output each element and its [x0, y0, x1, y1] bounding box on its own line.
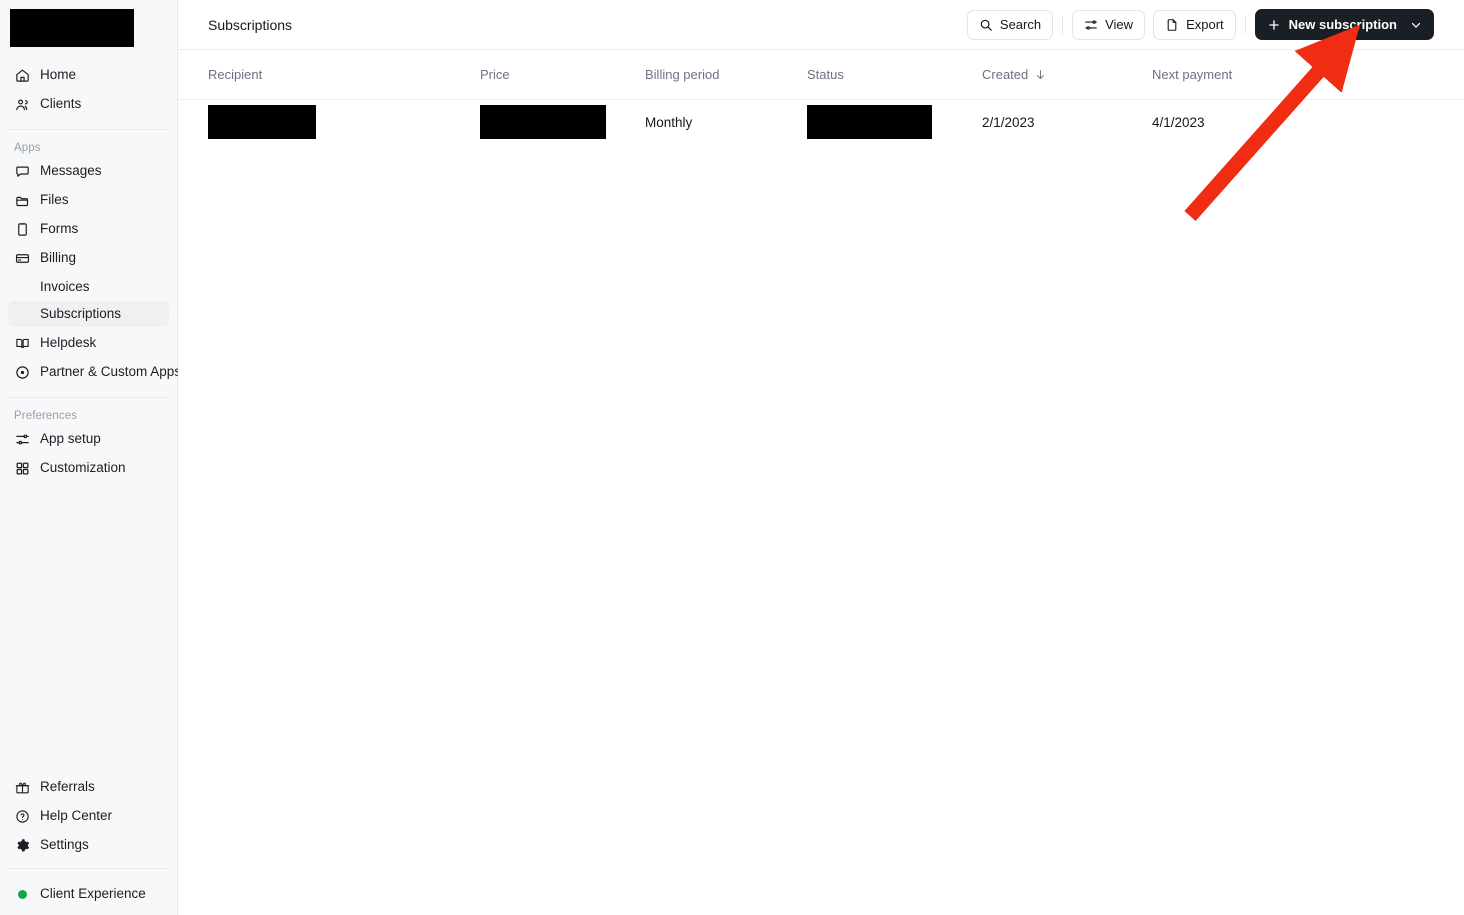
- sidebar-primary-group: Home Clients: [0, 62, 177, 117]
- cell-created: 2/1/2023: [982, 114, 1035, 130]
- sort-descending-icon: [1034, 68, 1047, 81]
- topbar-actions: Search View Export New subscription: [966, 9, 1434, 40]
- sidebar-subitem-label: Invoices: [40, 279, 90, 295]
- sidebar-item-home[interactable]: Home: [8, 62, 169, 88]
- sidebar-preferences-group: App setup Customization: [0, 426, 177, 481]
- sidebar-item-app-setup[interactable]: App setup: [8, 426, 169, 452]
- people-icon: [14, 96, 30, 112]
- new-subscription-button[interactable]: New subscription: [1254, 9, 1434, 40]
- sidebar-item-label: Client Experience: [40, 886, 146, 902]
- cell-billing-period: Monthly: [645, 114, 693, 130]
- sidebar-divider-apps: [8, 129, 169, 130]
- sidebar-item-invoices[interactable]: Invoices: [8, 274, 169, 300]
- table-header-row: Recipient Price Billing period Status Cr…: [178, 50, 1464, 100]
- sidebar-item-partner-custom-apps[interactable]: Partner & Custom Apps: [8, 359, 181, 385]
- sidebar-item-forms[interactable]: Forms: [8, 216, 169, 242]
- sidebar-item-label: Home: [40, 67, 77, 83]
- sidebar-item-settings[interactable]: Settings: [8, 832, 169, 858]
- sidebar-divider-footer: [8, 868, 169, 869]
- gear-icon: [14, 837, 30, 853]
- gift-icon: [14, 779, 30, 795]
- sidebar-item-messages[interactable]: Messages: [8, 158, 169, 184]
- sliders-icon: [1084, 18, 1098, 32]
- redaction-box: [208, 105, 316, 139]
- redaction-box: [807, 105, 932, 139]
- sidebar-item-referrals[interactable]: Referrals: [8, 774, 169, 800]
- sidebar-item-label: Files: [40, 192, 69, 208]
- main-content: Subscriptions Search View Export New sub…: [178, 0, 1464, 915]
- clipboard-icon: [14, 221, 30, 237]
- sidebar-item-label: Customization: [40, 460, 126, 476]
- export-button-label: Export: [1186, 17, 1224, 32]
- sidebar-item-customization[interactable]: Customization: [8, 455, 169, 481]
- sidebar-item-label: Clients: [40, 96, 82, 112]
- column-header-next-payment[interactable]: Next payment: [1152, 67, 1322, 82]
- column-header-billing-period[interactable]: Billing period: [645, 67, 807, 82]
- view-button-label: View: [1105, 17, 1134, 32]
- grid-icon: [14, 460, 30, 476]
- credit-card-icon: [14, 250, 30, 266]
- column-header-recipient[interactable]: Recipient: [208, 67, 480, 82]
- sidebar-item-label: Partner & Custom Apps: [40, 364, 182, 380]
- folder-icon: [14, 192, 30, 208]
- search-button[interactable]: Search: [966, 9, 1054, 40]
- sliders-icon: [14, 431, 30, 447]
- sidebar-section-preferences-label: Preferences: [14, 410, 78, 422]
- toolbar-separator: [1062, 15, 1064, 34]
- question-circle-icon: [14, 808, 30, 824]
- message-icon: [14, 163, 30, 179]
- sidebar-item-help-center[interactable]: Help Center: [8, 803, 169, 829]
- redaction-box: [480, 105, 606, 139]
- book-icon: [14, 335, 30, 351]
- sidebar-subitem-label: Subscriptions: [40, 306, 122, 322]
- toolbar-separator: [1244, 15, 1246, 34]
- cell-price: [480, 105, 645, 139]
- sidebar-item-label: Billing: [40, 250, 77, 266]
- plus-icon: [1267, 18, 1281, 32]
- sidebar-divider-preferences: [8, 397, 169, 398]
- sidebar-item-label: Messages: [40, 163, 102, 179]
- sidebar-item-files[interactable]: Files: [8, 187, 169, 213]
- new-subscription-label: New subscription: [1288, 17, 1397, 32]
- export-button[interactable]: Export: [1153, 9, 1236, 40]
- table-row[interactable]: Monthly 2/1/2023 4/1/2023: [178, 100, 1464, 144]
- sidebar-item-billing[interactable]: Billing: [8, 245, 169, 271]
- cell-status: [807, 105, 982, 139]
- column-header-created[interactable]: Created: [982, 67, 1152, 82]
- column-header-status[interactable]: Status: [807, 67, 982, 82]
- sidebar-item-helpdesk[interactable]: Helpdesk: [8, 330, 169, 356]
- column-header-price[interactable]: Price: [480, 67, 645, 82]
- workspace-logo[interactable]: [10, 9, 134, 47]
- top-bar: Subscriptions Search View Export New sub…: [178, 0, 1464, 50]
- puzzle-icon: [14, 364, 30, 380]
- search-icon: [979, 18, 993, 32]
- sidebar-item-client-experience[interactable]: Client Experience: [8, 881, 169, 907]
- sidebar-item-label: Forms: [40, 221, 79, 237]
- sidebar-item-label: Settings: [40, 837, 89, 853]
- cell-recipient: [208, 105, 480, 139]
- sidebar-item-label: Helpdesk: [40, 335, 97, 351]
- page-title: Subscriptions: [208, 16, 293, 33]
- sidebar-section-apps-label: Apps: [14, 142, 41, 154]
- column-header-created-label: Created: [982, 67, 1029, 82]
- chevron-down-icon[interactable]: [1409, 18, 1423, 32]
- sidebar-item-clients[interactable]: Clients: [8, 91, 169, 117]
- sidebar-apps-group: Messages Files Forms Billing Invoices Su…: [0, 158, 181, 385]
- sidebar-footer-group: Referrals Help Center Settings: [0, 774, 177, 858]
- view-button[interactable]: View: [1072, 9, 1146, 40]
- status-dot-icon: [14, 886, 30, 902]
- search-button-label: Search: [999, 17, 1042, 32]
- sidebar-item-label: Referrals: [40, 779, 95, 795]
- cell-next-payment: 4/1/2023: [1152, 114, 1205, 130]
- document-export-icon: [1165, 18, 1179, 32]
- sidebar-item-label: Help Center: [40, 808, 113, 824]
- sidebar-item-label: App setup: [40, 431, 101, 447]
- sidebar: Home Clients Apps Messages Files Forms B…: [0, 0, 181, 915]
- subscriptions-table: Recipient Price Billing period Status Cr…: [178, 50, 1464, 144]
- home-icon: [14, 67, 30, 83]
- application-root: Home Clients Apps Messages Files Forms B…: [0, 0, 1464, 915]
- sidebar-item-subscriptions[interactable]: Subscriptions: [8, 301, 169, 327]
